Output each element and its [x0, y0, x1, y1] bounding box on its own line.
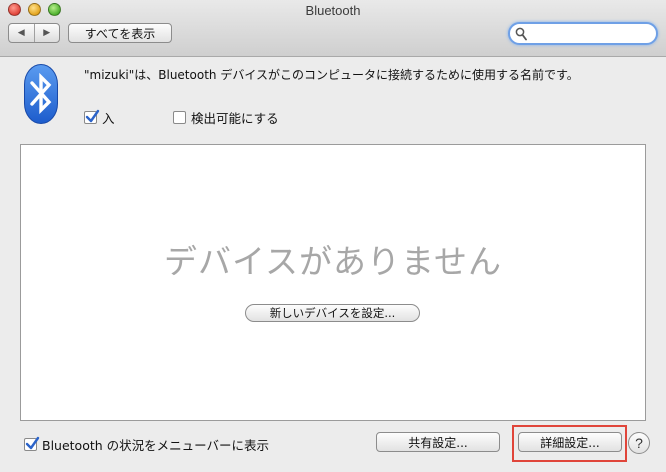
bluetooth-on-checkbox[interactable]: 入 — [84, 108, 115, 127]
checkbox-label: 入 — [102, 111, 115, 126]
show-all-button[interactable]: すべてを表示 — [68, 23, 172, 43]
empty-list-message: デバイスがありません — [163, 242, 503, 281]
bluetooth-logo-icon — [24, 64, 58, 124]
title-bar: Bluetooth ◀ ▶ すべてを表示 — [0, 0, 666, 57]
device-list[interactable]: デバイスがありません 新しいデバイスを設定... — [20, 144, 646, 421]
discoverable-checkbox[interactable]: 検出可能にする — [173, 108, 279, 127]
window-title: Bluetooth — [305, 3, 361, 18]
sharing-setup-button[interactable]: 共有設定... — [376, 432, 500, 452]
help-button[interactable]: ? — [628, 432, 650, 454]
search-input[interactable] — [532, 26, 650, 41]
checkbox-label: 検出可能にする — [191, 111, 279, 126]
checkbox-box[interactable] — [173, 111, 186, 124]
search-icon — [515, 27, 527, 41]
back-button[interactable]: ◀ — [9, 24, 34, 42]
checkbox-box[interactable] — [84, 109, 100, 124]
search-field[interactable] — [508, 22, 658, 45]
advanced-button[interactable]: 詳細設定... — [518, 432, 622, 452]
back-forward-control: ◀ ▶ — [8, 23, 60, 43]
computer-name-description: "mizuki"は、Bluetooth デバイスがこのコンピュータに接続するため… — [84, 68, 579, 82]
show-in-menubar-checkbox[interactable]: Bluetooth の状況をメニューバーに表示 — [24, 435, 269, 454]
checkmark-icon — [25, 436, 40, 450]
set-up-new-device-button[interactable]: 新しいデバイスを設定... — [245, 304, 420, 322]
checkmark-icon — [85, 109, 100, 123]
checkbox-box[interactable] — [24, 436, 40, 451]
checkbox-label: Bluetooth の状況をメニューバーに表示 — [42, 438, 270, 453]
forward-button[interactable]: ▶ — [33, 24, 60, 42]
